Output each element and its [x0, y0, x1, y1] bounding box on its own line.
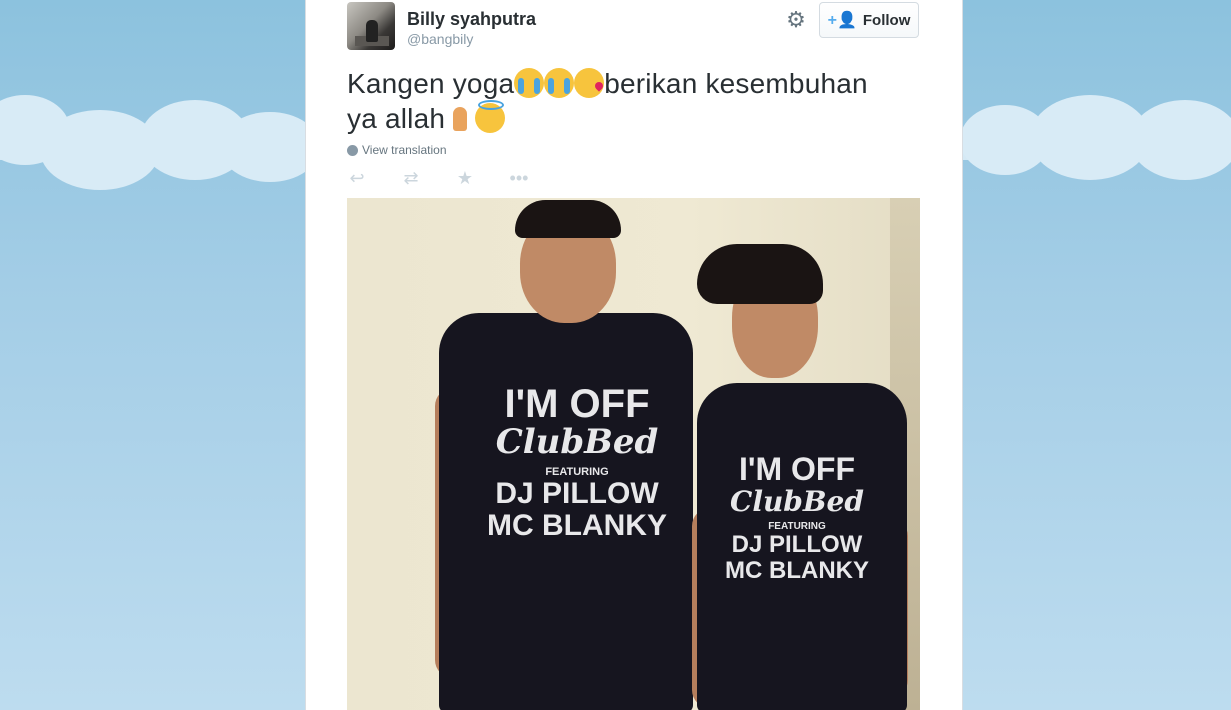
more-icon[interactable]: ••• — [509, 168, 529, 188]
kissing-face-icon — [574, 68, 605, 98]
shirt-text: ClubBed — [730, 484, 864, 518]
shirt-text: DJ PILLOW — [731, 531, 863, 559]
view-translation-label: View translation — [362, 143, 447, 157]
shirt-text: ClubBed — [495, 422, 659, 462]
globe-icon — [347, 144, 358, 156]
user-fullname[interactable]: Billy syahputra — [407, 9, 536, 30]
angel-face-icon — [475, 100, 506, 133]
tweet-text: Kangen yoga berikan kesembuhan ya allah — [347, 66, 917, 136]
photo-hair-right — [697, 244, 823, 304]
user-handle[interactable]: @bangbily — [407, 31, 473, 47]
shirt-text: MC BLANKY — [725, 556, 869, 584]
cloud-decoration — [1130, 100, 1231, 180]
photo-hat-left — [515, 200, 621, 238]
shirt-text: MC BLANKY — [487, 508, 667, 542]
avatar-figure — [366, 20, 378, 42]
add-user-icon: +👤 — [827, 12, 857, 29]
tweet-photo[interactable]: I'M OFF ClubBed FEATURING DJ PILLOW MC B… — [347, 198, 920, 710]
reply-icon[interactable]: ↩ — [347, 168, 367, 188]
follow-button-label: Follow — [862, 11, 911, 29]
crying-face-icon — [514, 68, 545, 98]
view-translation-link[interactable]: View translation — [347, 143, 447, 157]
shirt-text: I'M OFF — [504, 382, 650, 426]
photo-shirt-print-right: I'M OFF ClubBed FEATURING DJ PILLOW MC B… — [712, 451, 882, 584]
tweet-actions: ↩ ⇄ ★ ••• — [347, 168, 529, 188]
praying-hands-icon — [445, 103, 475, 133]
retweet-icon[interactable]: ⇄ — [401, 168, 421, 188]
tweet-text-line2: ya allah — [347, 103, 446, 134]
shirt-text: DJ PILLOW — [495, 477, 659, 511]
photo-shirt-print-left: I'M OFF ClubBed FEATURING DJ PILLOW MC B… — [487, 383, 667, 541]
tweet-card: Billy syahputra @bangbily ⚙ +👤 Follow Ka… — [305, 0, 963, 710]
avatar[interactable] — [347, 2, 395, 50]
star-icon[interactable]: ★ — [455, 168, 475, 188]
tweet-text-line1: Kangen yoga — [347, 68, 515, 99]
gear-icon[interactable]: ⚙ — [784, 8, 808, 32]
tweet-text-line1b: berikan kesembuhan — [604, 68, 868, 99]
crying-face-icon — [544, 68, 575, 98]
follow-button[interactable]: +👤 Follow — [819, 2, 919, 38]
shirt-text: I'M OFF — [738, 451, 856, 487]
